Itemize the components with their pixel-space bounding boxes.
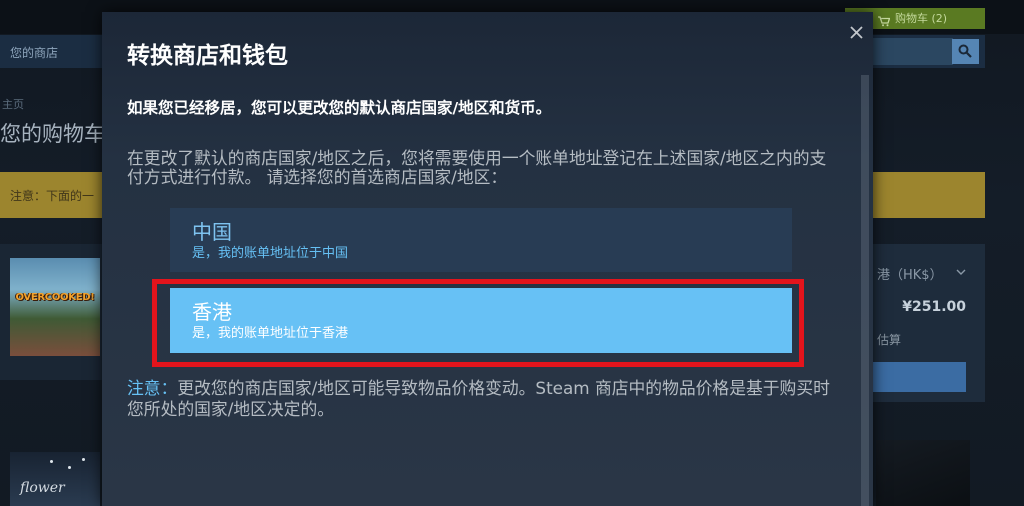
game-thumbnail-right[interactable]	[876, 440, 970, 506]
search-icon	[958, 44, 972, 58]
petal-decoration	[82, 458, 85, 461]
game-logo: flower	[20, 480, 65, 496]
game-logo: OVERCOOKED!	[15, 292, 95, 303]
total-price: ¥251.00	[902, 299, 966, 315]
chevron-down-icon	[956, 269, 966, 275]
note-label: 注意：	[127, 378, 178, 398]
scrollbar[interactable]	[861, 75, 869, 506]
note-body: 更改您的商店国家/地区可能导致物品价格变动。Steam 商店中的物品价格是基于购…	[127, 378, 830, 419]
page-title: 您的购物车	[0, 122, 105, 146]
game-thumbnail[interactable]: OVERCOOKED!	[10, 258, 100, 356]
notice-text: 注意：下面的一	[10, 189, 95, 203]
breadcrumb[interactable]: 主页	[2, 96, 24, 112]
option-title: 中国	[192, 220, 232, 244]
option-china[interactable]: 中国 是，我的账单地址位于中国	[170, 208, 792, 272]
change-store-modal: 转换商店和钱包 如果您已经移居，您可以更改您的默认商店国家/地区和货币。 在更改…	[102, 12, 873, 506]
estimate-label: 估算	[877, 333, 902, 347]
intro-text: 如果您已经移居，您可以更改您的默认商店国家/地区和货币。	[127, 99, 552, 117]
nav-item-your-store[interactable]: 您的商店	[10, 44, 58, 61]
currency-select[interactable]: 港（HK$）	[877, 264, 966, 283]
cart-button-label: 购物车 (2)	[895, 12, 948, 25]
game-thumbnail-flower[interactable]: flower	[10, 452, 100, 506]
close-icon	[850, 26, 863, 39]
cart-icon	[878, 13, 891, 27]
close-button[interactable]	[850, 24, 863, 39]
modal-title: 转换商店和钱包	[127, 43, 288, 69]
highlight-annotation	[152, 279, 804, 367]
search-button[interactable]	[952, 39, 979, 64]
note-text: 注意：更改您的商店国家/地区可能导致物品价格变动。Steam 商店中的物品价格是…	[127, 378, 835, 420]
instructions-text: 在更改了默认的商店国家/地区之后，您将需要使用一个账单地址登记在上述国家/地区之…	[127, 148, 827, 187]
petal-decoration	[68, 466, 71, 469]
currency-value: 港（HK$）	[877, 268, 943, 283]
petal-decoration	[50, 460, 53, 463]
option-description: 是，我的账单地址位于中国	[192, 246, 349, 261]
